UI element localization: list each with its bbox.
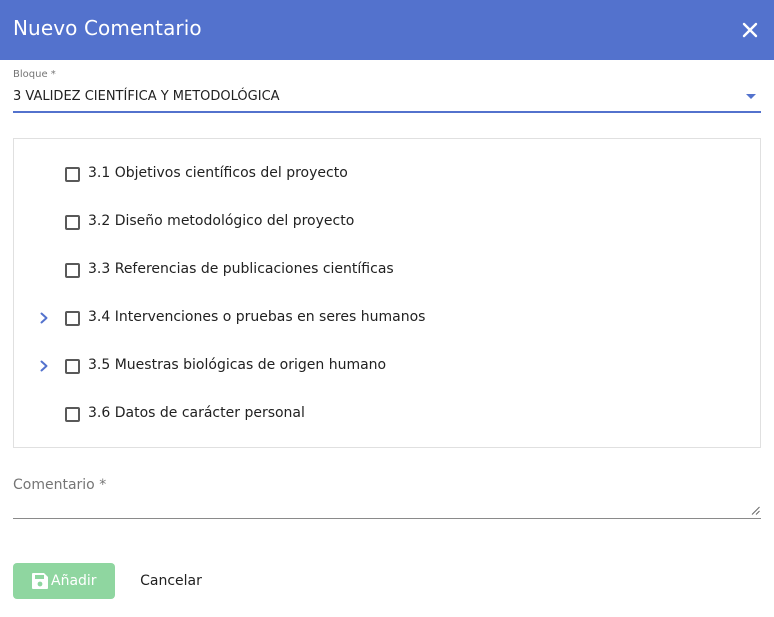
chevron-right-icon: [40, 312, 48, 324]
tree-node-label: 3.5 Muestras biológicas de origen humano: [88, 357, 387, 373]
expand-button[interactable]: [36, 310, 52, 326]
close-icon: [742, 22, 758, 38]
tree-node-label: 3.1 Objetivos científicos del proyecto: [88, 165, 348, 181]
tree-node-label: 3.6 Datos de carácter personal: [88, 405, 305, 421]
bloque-value: 3 VALIDEZ CIENTÍFICA Y METODOLÓGICA: [13, 89, 280, 104]
dialog-header: Nuevo Comentario: [0, 0, 774, 60]
tree-node-checkbox[interactable]: [65, 311, 80, 326]
tree-node-checkbox[interactable]: [65, 215, 80, 230]
sections-tree: 3.1 Objetivos científicos del proyecto 3…: [13, 138, 761, 448]
bloque-select[interactable]: Bloque * 3 VALIDEZ CIENTÍFICA Y METODOLÓ…: [13, 66, 761, 113]
tree-node-3-3[interactable]: 3.3 Referencias de publicaciones científ…: [14, 250, 760, 290]
tree-node-3-6[interactable]: 3.6 Datos de carácter personal: [14, 394, 760, 434]
tree-node-checkbox[interactable]: [65, 407, 80, 422]
tree-node-label: 3.4 Intervenciones o pruebas en seres hu…: [88, 309, 426, 325]
tree-node-3-4[interactable]: 3.4 Intervenciones o pruebas en seres hu…: [14, 298, 760, 338]
resize-handle-icon[interactable]: [751, 506, 760, 515]
close-button[interactable]: [738, 18, 762, 42]
dialog-title: Nuevo Comentario: [13, 16, 202, 40]
tree-node-label: 3.3 Referencias de publicaciones científ…: [88, 261, 394, 277]
dropdown-arrow-icon[interactable]: [746, 94, 756, 99]
comentario-textarea[interactable]: [13, 495, 761, 517]
chevron-right-icon: [40, 360, 48, 372]
save-icon: [32, 573, 48, 589]
cancel-button[interactable]: Cancelar: [125, 563, 217, 599]
tree-node-3-2[interactable]: 3.2 Diseño metodológico del proyecto: [14, 202, 760, 242]
comentario-field: Comentario *: [13, 473, 761, 519]
new-comment-dialog: Nuevo Comentario Bloque * 3 VALIDEZ CIEN…: [0, 0, 774, 617]
comentario-underline: [13, 518, 761, 519]
tree-node-checkbox[interactable]: [65, 359, 80, 374]
tree-node-label: 3.2 Diseño metodológico del proyecto: [88, 213, 355, 229]
cancel-button-label: Cancelar: [140, 573, 202, 589]
tree-node-checkbox[interactable]: [65, 167, 80, 182]
add-button-label: Añadir: [51, 573, 97, 589]
tree-node-3-1[interactable]: 3.1 Objetivos científicos del proyecto: [14, 154, 760, 194]
bloque-label: Bloque *: [13, 69, 56, 80]
comentario-label: Comentario *: [13, 477, 107, 493]
bloque-underline: [13, 111, 761, 113]
expand-button[interactable]: [36, 358, 52, 374]
tree-node-3-5[interactable]: 3.5 Muestras biológicas de origen humano: [14, 346, 760, 386]
tree-node-checkbox[interactable]: [65, 263, 80, 278]
add-button[interactable]: Añadir: [13, 563, 115, 599]
